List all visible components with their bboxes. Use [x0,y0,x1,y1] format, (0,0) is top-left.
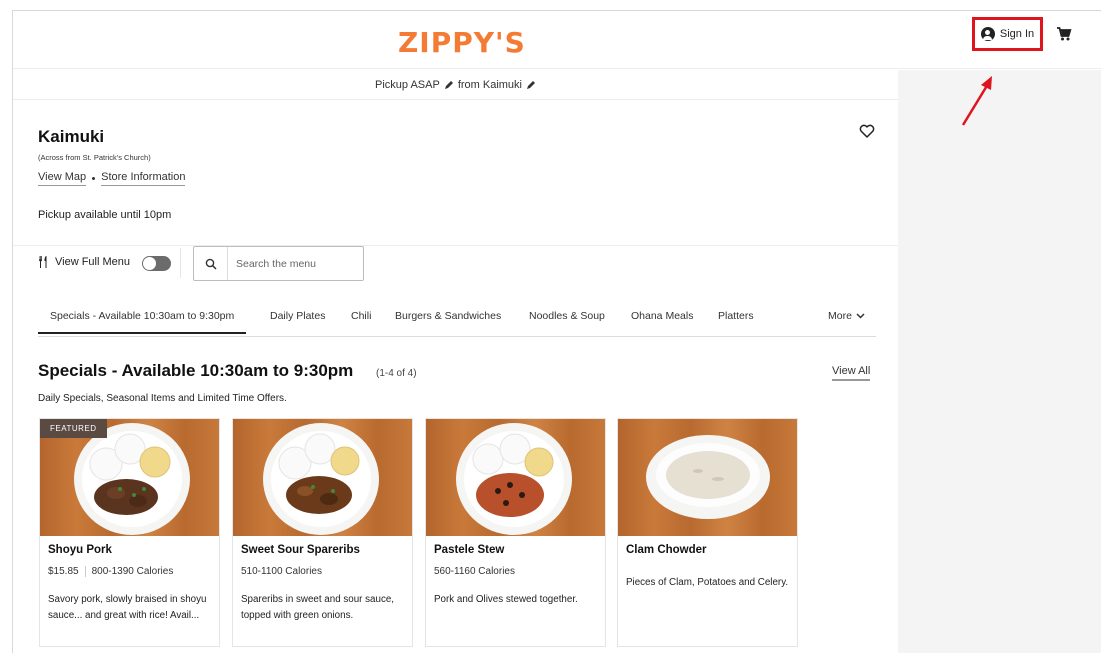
store-information-link[interactable]: Store Information [101,171,186,186]
item-image [618,419,797,536]
search-icon[interactable] [194,247,228,280]
right-gutter [898,70,1101,653]
section-title: Specials - Available 10:30am to 9:30pm [38,361,354,380]
view-map-link[interactable]: View Map [38,171,87,186]
item-description: Pieces of Clam, Potatoes and Celery. [626,577,789,588]
item-description: Pork and Olives stewed together. [434,594,578,605]
item-image: FEATURED [40,419,219,536]
pickup-time[interactable]: Pickup ASAP [375,79,440,91]
item-name: Pastele Stew [434,544,505,556]
full-menu-toggle[interactable] [142,256,171,271]
annotation-arrow-icon [961,76,992,126]
item-calories: 510-1100 Calories [241,566,322,577]
pickup-location[interactable]: from Kaimuki [458,79,522,91]
menu-category-tabs: Specials - Available 10:30am to 9:30pm D… [38,302,876,337]
item-meta: $15.85 800-1390 Calories [48,566,173,577]
more-tabs-button[interactable]: More [828,310,865,322]
pickup-bar: Pickup ASAP from Kaimuki [13,70,898,100]
tab-daily-plates[interactable]: Daily Plates [270,310,325,322]
item-calories: 800-1390 Calories [91,566,174,577]
chevron-down-icon [856,313,865,319]
menu-item-card[interactable]: Sweet Sour Spareribs 510-1100 Calories S… [232,418,413,647]
menu-search [193,246,364,281]
tab-ohana-meals[interactable]: Ohana Meals [631,310,693,322]
item-image [233,419,412,536]
item-meta: 510-1100 Calories [241,566,322,577]
item-name: Sweet Sour Spareribs [241,544,360,556]
sign-in-label: Sign In [999,28,1035,40]
sign-in-button[interactable]: Sign In [972,17,1043,51]
tab-burgers-sandwiches[interactable]: Burgers & Sandwiches [395,310,501,322]
search-input[interactable] [228,257,358,270]
vertical-divider [180,248,181,278]
view-all-link[interactable]: View All [832,365,871,381]
featured-badge: FEATURED [40,419,107,438]
store-subtitle: (Across from St. Patrick's Church) [38,153,151,162]
store-name: Kaimuki [38,127,105,146]
item-calories: 560-1160 Calories [434,566,515,577]
full-menu-label: View Full Menu [55,256,130,268]
item-name: Clam Chowder [626,544,707,556]
store-links: View Map Store Information [38,171,186,186]
section-count: (1-4 of 4) [376,368,417,379]
pickup-availability: Pickup available until 10pm [38,209,172,221]
pencil-icon[interactable] [526,80,536,90]
tab-specials[interactable]: Specials - Available 10:30am to 9:30pm [38,310,247,334]
item-price: $15.85 [48,566,79,577]
cart-icon[interactable] [1056,26,1072,42]
pencil-icon[interactable] [444,80,454,90]
full-menu-label-group: View Full Menu [38,256,130,268]
menu-item-card[interactable]: Clam Chowder Pieces of Clam, Potatoes an… [617,418,798,647]
item-meta: 560-1160 Calories [434,566,515,577]
item-image [426,419,605,536]
zippys-logo[interactable]: ZIPPY'S [398,26,526,59]
divider [13,245,898,246]
menu-item-card[interactable]: Pastele Stew 560-1160 Calories Pork and … [425,418,606,647]
item-description: Spareribs in sweet and sour sauce, toppe… [241,594,395,621]
more-label: More [828,310,852,322]
meta-separator [84,566,86,577]
bullet-separator [92,177,96,180]
tab-platters[interactable]: Platters [718,310,754,322]
fork-knife-icon [39,256,47,268]
menu-item-card[interactable]: FEATURED Shoyu Pork $15.85 800-1390 Calo… [39,418,220,647]
tab-noodles-soup[interactable]: Noodles & Soup [529,310,605,322]
user-circle-icon [980,27,995,41]
item-description: Savory pork, slowly braised in shoyu sau… [48,594,207,621]
item-name: Shoyu Pork [48,544,112,556]
site-header: ZIPPY'S [13,11,1101,69]
tab-chili[interactable]: Chili [351,310,371,322]
section-description: Daily Specials, Seasonal Items and Limit… [38,393,287,404]
heart-icon[interactable] [859,124,875,138]
